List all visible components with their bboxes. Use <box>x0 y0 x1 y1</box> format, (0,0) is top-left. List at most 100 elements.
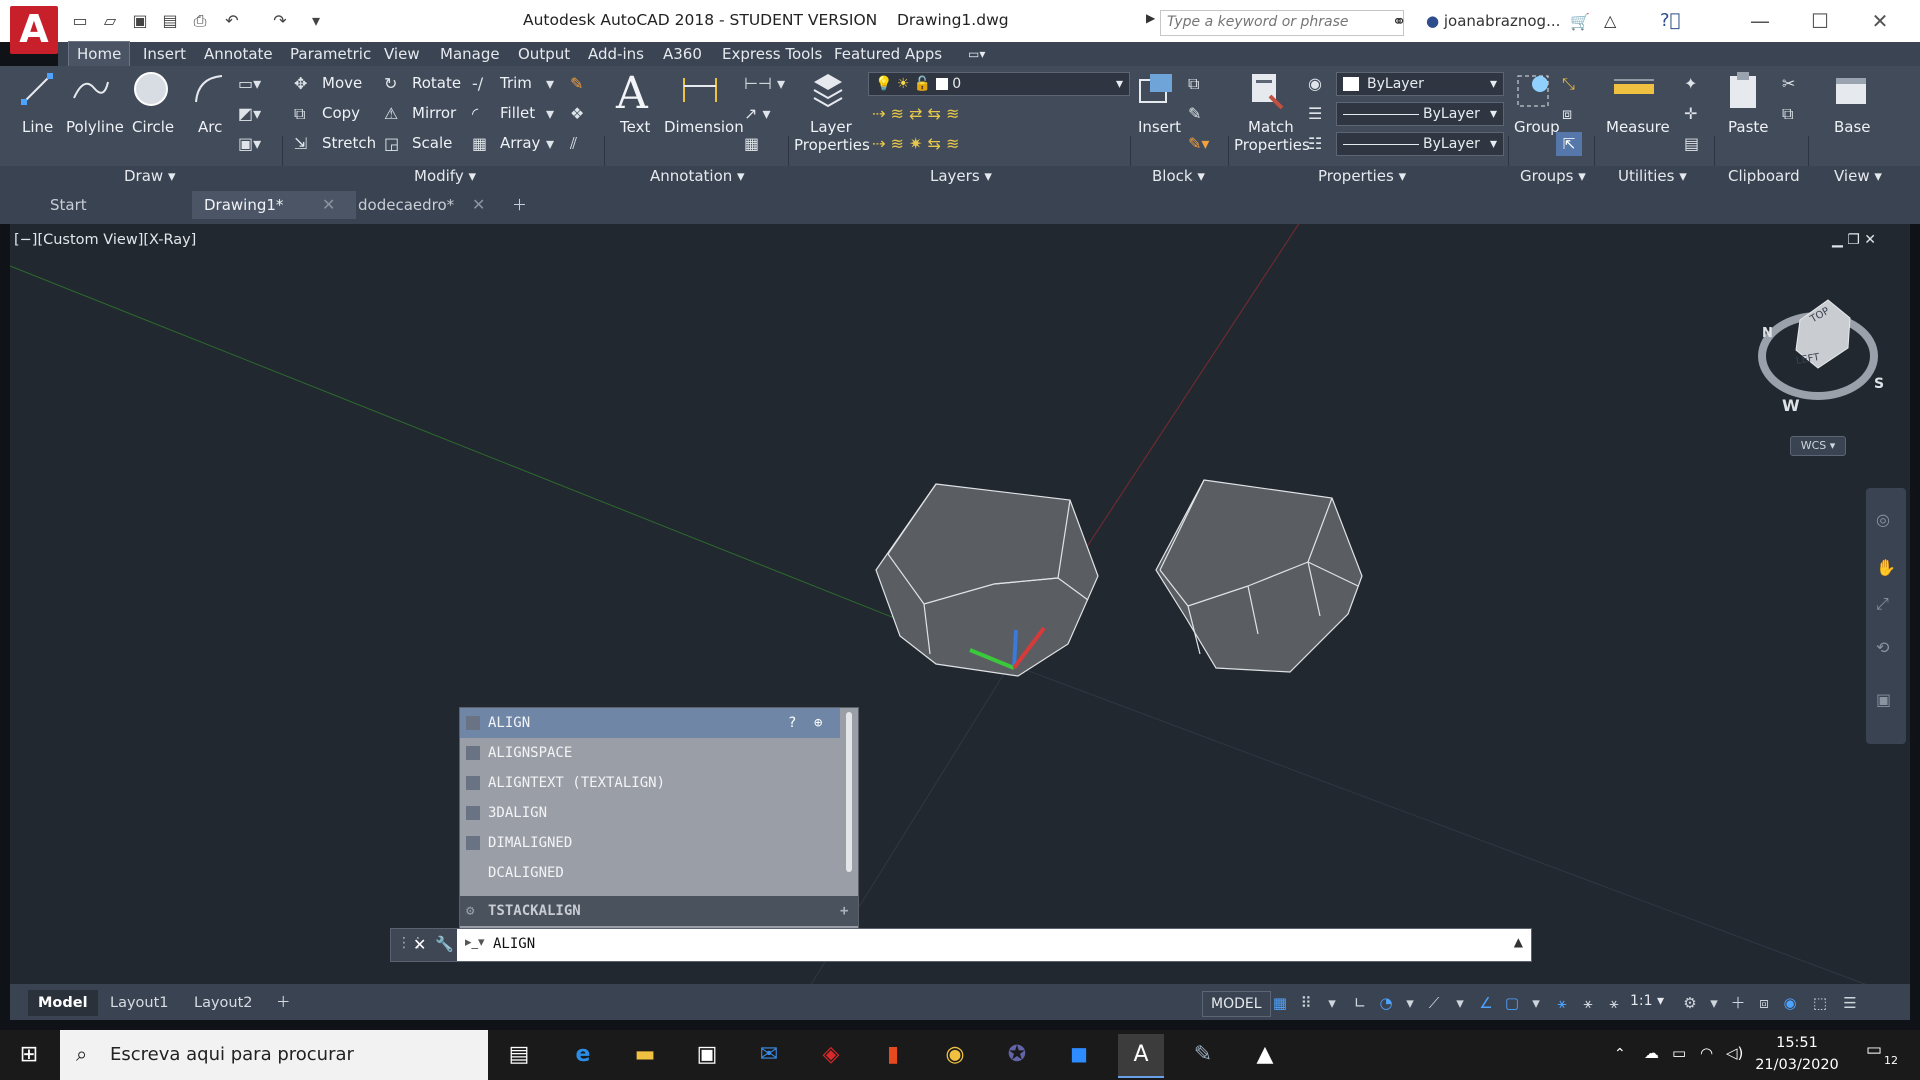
edge-icon[interactable]: e <box>560 1034 606 1076</box>
command-history-icon[interactable]: ▲ <box>1514 935 1523 949</box>
help-icon[interactable]: ?⃝ <box>1660 10 1680 31</box>
redo-icon[interactable]: ↷ <box>270 12 290 30</box>
save-as-icon[interactable]: ▤ <box>160 12 180 30</box>
add-icon[interactable]: + <box>840 896 848 926</box>
compass-s-label[interactable]: S <box>1874 376 1884 392</box>
doc-tab-drawing1[interactable]: Drawing1* ✕ <box>192 191 356 219</box>
hatch-icon[interactable]: ◩▾ <box>238 104 261 123</box>
cut-icon[interactable]: ✂ <box>1782 74 1795 93</box>
minimize-button[interactable]: — <box>1740 8 1780 34</box>
array-button[interactable]: Array <box>500 134 540 152</box>
object-snap-icon[interactable]: ▢ <box>1502 993 1522 1013</box>
layout-tab-model[interactable]: Model <box>28 990 98 1016</box>
hardware-acceleration-icon[interactable]: ◉ <box>1780 993 1800 1013</box>
undo-icon[interactable]: ↶ <box>222 12 242 30</box>
scale-dropdown[interactable]: 1:1 ▾ <box>1630 993 1664 1009</box>
tab-parametric[interactable]: Parametric <box>290 42 371 66</box>
calculator-icon[interactable]: ▤ <box>1684 134 1699 153</box>
chrome-icon[interactable]: ◉ <box>932 1034 978 1076</box>
binoculars-icon[interactable]: ⚭ <box>1392 12 1406 32</box>
draw-panel-label[interactable]: Draw ▾ <box>124 167 176 185</box>
scale-button[interactable]: Scale <box>412 134 452 152</box>
command-prompt-icon[interactable]: ▸_▾ <box>465 935 485 950</box>
wcs-menu[interactable]: WCS ▾ <box>1790 436 1846 456</box>
fillet-button[interactable]: Fillet <box>500 104 535 122</box>
tab-add-ins[interactable]: Add-ins <box>588 42 644 66</box>
table-icon[interactable]: ▦ <box>744 134 759 153</box>
steering-wheel-icon[interactable]: ◎ <box>1876 510 1890 529</box>
mcafee-icon[interactable]: ◈ <box>808 1034 854 1076</box>
autocomplete-scrollbar[interactable] <box>846 712 852 872</box>
color-dropdown[interactable]: ByLayer ▾ <box>1336 72 1504 96</box>
pan-icon[interactable]: ✋ <box>1876 558 1896 577</box>
layout-tab-layout1[interactable]: Layout1 <box>100 990 179 1016</box>
lineweight-dropdown[interactable]: ByLayer ▾ <box>1336 132 1504 156</box>
isodraft-icon[interactable]: ⟋ <box>1424 993 1444 1013</box>
dimension-style-icon[interactable]: ⊢⊣ ▾ <box>744 74 785 93</box>
wifi-icon[interactable]: ◠ <box>1700 1044 1713 1062</box>
onedrive-icon[interactable]: ☁ <box>1644 1044 1659 1062</box>
chevron-down-icon[interactable]: ▾ <box>1704 993 1724 1013</box>
text-button[interactable]: Text <box>620 118 650 136</box>
copy-button[interactable]: Copy <box>322 104 360 122</box>
notifications-icon[interactable]: ▭ <box>1866 1040 1882 1060</box>
application-menu-button[interactable]: A <box>10 6 58 54</box>
dimension-button[interactable]: Dimension <box>664 118 744 136</box>
layer-properties-label-2[interactable]: Properties <box>794 136 870 154</box>
rotate-button[interactable]: Rotate <box>412 74 461 92</box>
viewport-window-controls[interactable]: ▁ ❐ ✕ <box>1832 232 1876 248</box>
ungroup-icon[interactable]: ⤡ <box>1562 74 1575 94</box>
autocomplete-item[interactable]: DIMALIGNED <box>460 828 840 858</box>
chevron-down-icon[interactable]: ▾ <box>1322 993 1342 1013</box>
cart-icon[interactable]: 🛒 <box>1570 12 1590 31</box>
annotation-scale-icon[interactable]: ⚹ <box>1604 993 1624 1013</box>
maximize-button[interactable]: ☐ <box>1800 8 1840 34</box>
tab-a360[interactable]: A360 <box>663 42 702 66</box>
autocad-taskbar-icon[interactable]: A <box>1118 1034 1164 1078</box>
offset-icon[interactable]: ⫽ <box>570 134 577 154</box>
boundary-icon[interactable]: ▣▾ <box>238 134 261 153</box>
compass-w-label[interactable]: W <box>1782 396 1800 415</box>
tab-annotate[interactable]: Annotate <box>204 42 273 66</box>
zoom-icon[interactable]: ⤢ <box>1876 594 1889 614</box>
layer-tools-row2-icon[interactable]: ⇢ ≋ ✷ ⇆ ≋ <box>872 134 959 153</box>
annotation-visibility-icon[interactable]: ⚹ <box>1552 993 1572 1013</box>
close-icon[interactable]: ✕ <box>472 191 485 219</box>
autocomplete-item[interactable]: ALIGNSPACE <box>460 738 840 768</box>
group-edit-icon[interactable]: ⧈ <box>1562 104 1572 124</box>
search-input[interactable] <box>1161 11 1403 33</box>
tab-featured-apps[interactable]: Featured Apps <box>834 42 942 66</box>
rectangle-icon[interactable]: ▭▾ <box>238 74 261 93</box>
zoom-icon[interactable]: ◼ <box>1056 1034 1102 1076</box>
properties-panel-label[interactable]: Properties ▾ <box>1318 167 1406 185</box>
gear-icon[interactable]: ⚙ <box>1680 993 1700 1013</box>
edit-block-icon[interactable]: ✎ <box>1188 104 1201 123</box>
layout-tab-layout2[interactable]: Layout2 <box>184 990 263 1016</box>
tab-insert[interactable]: Insert <box>143 42 186 66</box>
autocomplete-item[interactable]: ALIGNTEXT (TEXTALIGN) <box>460 768 840 798</box>
viewport-controls-label[interactable]: [−][Custom View][X-Ray] <box>14 232 196 248</box>
taskbar-clock[interactable]: 15:51 21/03/2020 <box>1752 1032 1842 1076</box>
photos-icon[interactable]: ▲ <box>1242 1034 1288 1076</box>
explode-icon[interactable]: ❖ <box>570 104 584 123</box>
group-button[interactable]: Group <box>1514 118 1560 136</box>
line-button[interactable]: Line <box>22 118 53 136</box>
tab-manage[interactable]: Manage <box>440 42 500 66</box>
arc-button[interactable]: Arc <box>198 118 222 136</box>
isolate-objects-icon[interactable]: ⧈ <box>1754 993 1774 1013</box>
polar-icon[interactable]: ◔ <box>1376 993 1396 1013</box>
object-snap-tracking-icon[interactable]: ∠ <box>1476 993 1496 1013</box>
volume-icon[interactable]: ◁) <box>1726 1044 1743 1062</box>
file-explorer-icon[interactable]: ▬ <box>622 1034 668 1076</box>
open-file-icon[interactable]: ▱ <box>100 12 120 30</box>
model-viewport[interactable] <box>10 224 1910 986</box>
fillet-dropdown-icon[interactable]: ▾ <box>546 104 554 123</box>
doc-tab-dodecaedro[interactable]: dodecaedro* ✕ <box>346 191 506 219</box>
search-box[interactable] <box>1160 10 1404 36</box>
trim-dropdown-icon[interactable]: ▾ <box>546 74 554 93</box>
circle-button[interactable]: Circle <box>132 118 174 136</box>
array-dropdown-icon[interactable]: ▾ <box>546 134 554 153</box>
showmotion-icon[interactable]: ▣ <box>1876 690 1891 709</box>
layer-properties-label-1[interactable]: Layer <box>810 118 852 136</box>
tab-output[interactable]: Output <box>518 42 570 66</box>
